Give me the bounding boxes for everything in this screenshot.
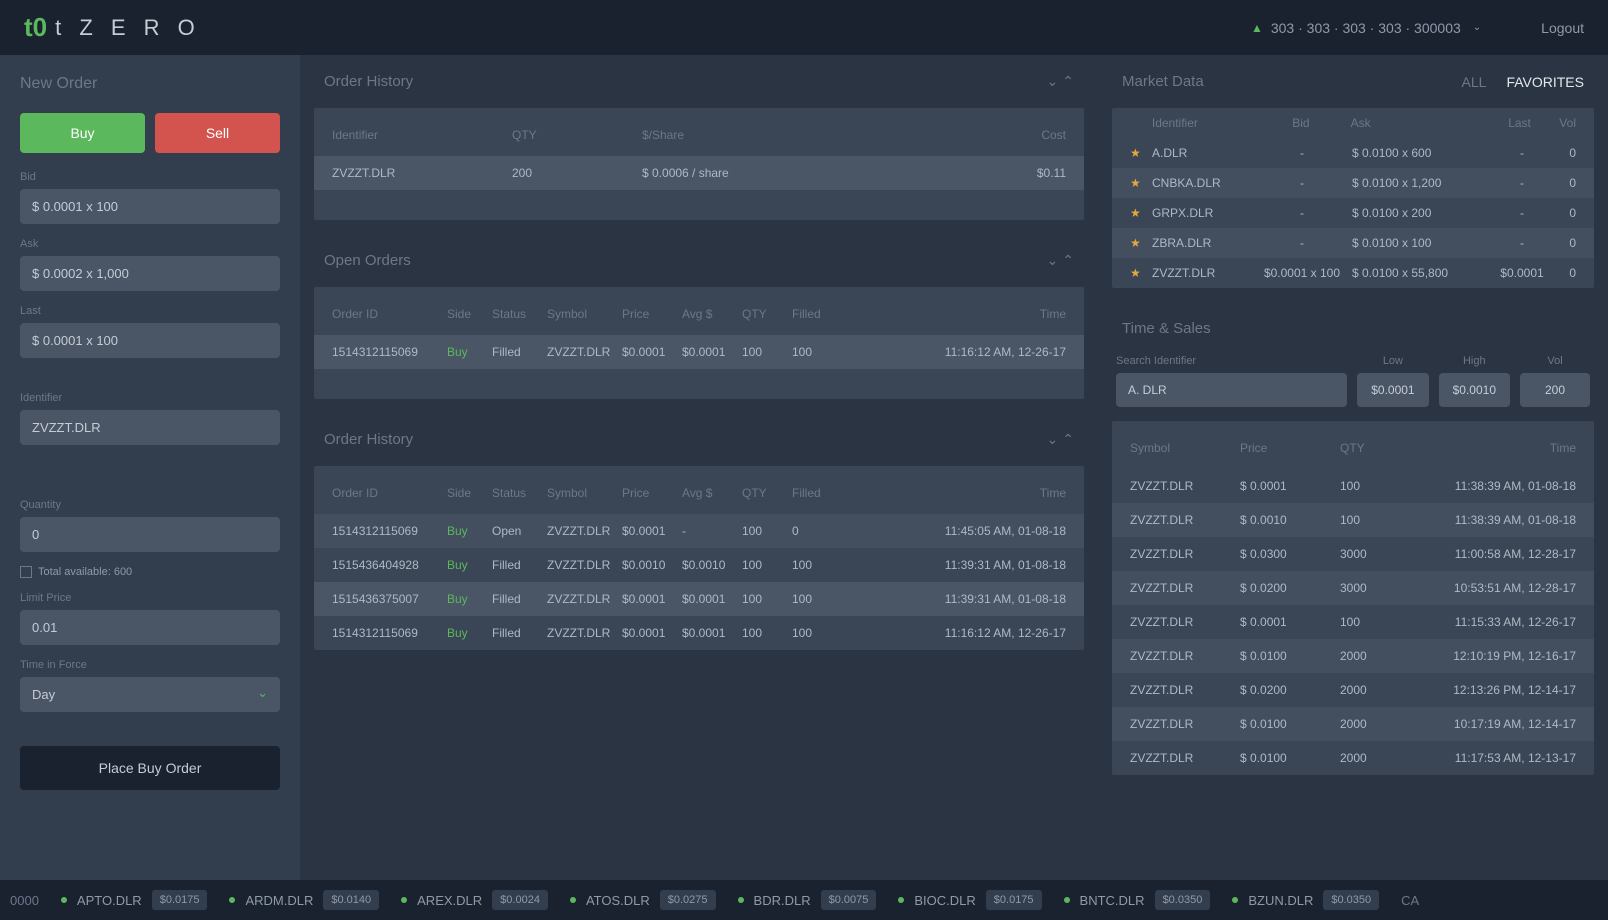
high-value: $0.0010 [1439,373,1510,407]
ticker-item[interactable]: BZUN.DLR$0.0350 [1232,890,1379,910]
open-orders-collapse[interactable]: ⌄⌃ [1047,252,1074,269]
right-panel: Market Data ALL FAVORITES Identifier Bid… [1098,55,1608,880]
status-dot-icon [1232,897,1238,903]
ticker-item[interactable]: BNTC.DLR$0.0350 [1064,890,1211,910]
ticker-item[interactable]: BDR.DLR$0.0075 [738,890,877,910]
table-row[interactable]: 1515436404928BuyFilledZVZZT.DLR$0.0010$0… [314,548,1084,582]
identifier-label: Identifier [20,392,280,404]
order-history-header: Order History ⌄⌃ [314,413,1084,466]
ticker-item[interactable]: AREX.DLR$0.0024 [401,890,548,910]
open-orders-header: Open Orders ⌄⌃ [314,234,1084,287]
star-icon[interactable]: ★ [1130,236,1141,250]
limit-price-label: Limit Price [20,592,280,604]
brand-text: t Z E R O [55,15,201,41]
ask-field[interactable] [20,256,280,291]
table-row[interactable]: 1515436375007BuyFilledZVZZT.DLR$0.0001$0… [314,582,1084,616]
ticker-item[interactable]: ATOS.DLR$0.0275 [570,890,716,910]
chevron-down-icon: ⌄ [1473,22,1481,33]
last-field[interactable] [20,323,280,358]
vol-value: 200 [1520,373,1590,407]
app-header: t0 t Z E R O ▲ 303 · 303 · 303 · 303 · 3… [0,0,1608,55]
tab-favorites[interactable]: FAVORITES [1506,74,1584,90]
logo-icon: t0 [24,12,47,43]
last-label: Last [20,305,280,317]
center-panel: Order History ⌄⌃ Identifier QTY $/Share … [300,55,1098,880]
buy-button[interactable]: Buy [20,113,145,153]
order-summary-header: Order History ⌄⌃ [314,55,1084,108]
table-row[interactable]: 1514312115069BuyFilledZVZZT.DLR$0.0001$0… [314,616,1084,650]
table-row[interactable]: ZVZZT.DLR$ 0.000110011:38:39 AM, 01-08-1… [1112,469,1594,503]
table-row[interactable]: ZVZZT.DLR$ 0.0200300010:53:51 AM, 12-28-… [1112,571,1594,605]
total-available: Total available: 600 [20,566,280,578]
table-row[interactable]: 1514312115069BuyFilledZVZZT.DLR$0.0001$0… [314,335,1084,369]
table-row[interactable]: ★ZBRA.DLR-$ 0.0100 x 100-0 [1112,228,1594,258]
low-label: Low [1357,355,1428,367]
order-summary-collapse[interactable]: ⌄⌃ [1047,73,1074,90]
sell-button[interactable]: Sell [155,113,280,153]
logout-link[interactable]: Logout [1541,20,1584,36]
table-row[interactable]: ★CNBKA.DLR-$ 0.0100 x 1,200-0 [1112,168,1594,198]
limit-price-field[interactable] [20,610,280,645]
table-row[interactable]: ZVZZT.DLR$ 0.0300300011:00:58 AM, 12-28-… [1112,537,1594,571]
table-row[interactable]: ★ZVZZT.DLR$0.0001 x 100$ 0.0100 x 55,800… [1112,258,1594,288]
table-row[interactable]: ★A.DLR-$ 0.0100 x 600-0 [1112,138,1594,168]
high-label: High [1439,355,1510,367]
total-available-checkbox[interactable] [20,566,32,578]
ticker-item[interactable]: ARDM.DLR$0.0140 [229,890,379,910]
table-row[interactable]: ZVZZT.DLR$ 0.0100200011:17:53 AM, 12-13-… [1112,741,1594,775]
place-order-button[interactable]: Place Buy Order [20,746,280,790]
search-identifier-input[interactable] [1116,373,1347,407]
ticker-item[interactable]: BIOC.DLR$0.0175 [898,890,1041,910]
order-history-collapse[interactable]: ⌄⌃ [1047,431,1074,448]
table-row[interactable]: 1514312115069BuyOpenZVZZT.DLR$0.0001-100… [314,514,1084,548]
star-icon[interactable]: ★ [1130,206,1141,220]
star-icon[interactable]: ★ [1130,176,1141,190]
ask-label: Ask [20,238,280,250]
star-icon[interactable]: ★ [1130,146,1141,160]
status-dot-icon [570,897,576,903]
quantity-field[interactable] [20,517,280,552]
status-dot-icon [61,897,67,903]
tif-label: Time in Force [20,659,280,671]
table-row[interactable]: ZVZZT.DLR$ 0.000110011:15:33 AM, 12-26-1… [1112,605,1594,639]
time-sales-table: Symbol Price QTY Time ZVZZT.DLR$ 0.00011… [1112,421,1594,775]
vol-label: Vol [1520,355,1590,367]
market-data-header: Market Data ALL FAVORITES [1098,55,1608,108]
account-selector[interactable]: ▲ 303 · 303 · 303 · 303 · 300003 ⌄ [1251,20,1481,36]
order-summary-table: Identifier QTY $/Share Cost ZVZZT.DLR 20… [314,108,1084,220]
search-identifier-label: Search Identifier [1116,355,1347,367]
tif-select[interactable] [20,677,280,712]
bid-label: Bid [20,171,280,183]
table-row[interactable]: ZVZZT.DLR$ 0.0200200012:13:26 PM, 12-14-… [1112,673,1594,707]
table-row[interactable]: ZVZZT.DLR$ 0.0100200012:10:19 PM, 12-16-… [1112,639,1594,673]
status-dot-icon [401,897,407,903]
table-row[interactable]: ZVZZT.DLR$ 0.001010011:38:39 AM, 01-08-1… [1112,503,1594,537]
user-icon: ▲ [1251,21,1263,35]
new-order-title: New Order [20,75,280,93]
status-dot-icon [738,897,744,903]
status-dot-icon [1064,897,1070,903]
time-sales-header: Time & Sales [1098,302,1608,355]
status-dot-icon [229,897,235,903]
low-value: $0.0001 [1357,373,1428,407]
brand-logo: t0 t Z E R O [24,12,201,43]
tab-all[interactable]: ALL [1462,74,1487,90]
table-row[interactable]: ZVZZT.DLR 200 $ 0.0006 / share $0.11 [314,156,1084,190]
account-number: 303 · 303 · 303 · 303 · 300003 [1271,20,1461,36]
ticker-item[interactable]: APTO.DLR$0.0175 [61,890,208,910]
quantity-label: Quantity [20,499,280,511]
identifier-field[interactable] [20,410,280,445]
status-dot-icon [898,897,904,903]
order-history-table: Order ID Side Status Symbol Price Avg $ … [314,466,1084,650]
table-row[interactable]: ★GRPX.DLR-$ 0.0100 x 200-0 [1112,198,1594,228]
open-orders-table: Order ID Side Status Symbol Price Avg $ … [314,287,1084,399]
table-row[interactable]: ZVZZT.DLR$ 0.0100200010:17:19 AM, 12-14-… [1112,707,1594,741]
star-icon[interactable]: ★ [1130,266,1141,280]
bid-field[interactable] [20,189,280,224]
market-data-table: Identifier Bid Ask Last Vol ★A.DLR-$ 0.0… [1112,108,1594,288]
new-order-panel: New Order Buy Sell Bid Ask Last Identifi… [0,55,300,880]
ticker-bar: 0000 APTO.DLR$0.0175ARDM.DLR$0.0140AREX.… [0,880,1608,920]
